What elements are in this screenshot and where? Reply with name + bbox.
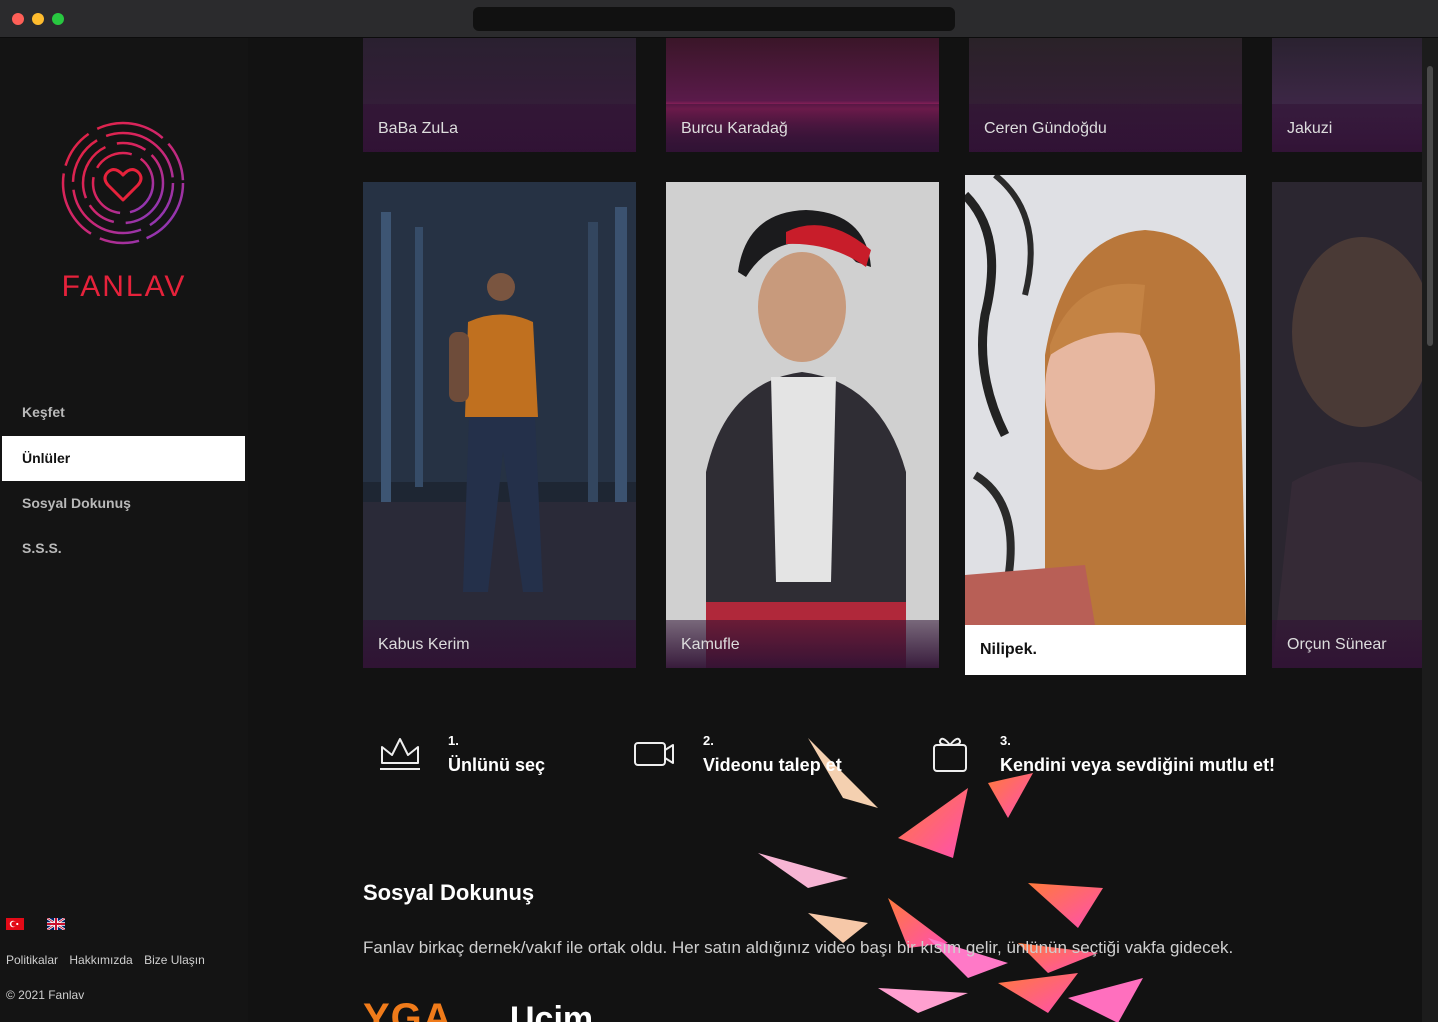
celebrity-card-featured[interactable]: Nilipek.: [965, 175, 1246, 675]
celebrity-card[interactable]: BaBa ZuLa: [363, 38, 636, 152]
step-number: 3.: [1000, 733, 1011, 748]
nav-item-sss[interactable]: S.S.S.: [2, 526, 245, 571]
section-title: Sosyal Dokunuş: [363, 880, 535, 905]
maximize-window-button[interactable]: [52, 13, 64, 25]
crown-icon: [380, 738, 420, 770]
address-bar[interactable]: [473, 7, 955, 31]
partner-logo-ucim[interactable]: Ucim: [510, 1000, 593, 1022]
celebrity-photo: [1272, 182, 1422, 668]
celebrity-card[interactable]: Jakuzi: [1272, 38, 1422, 152]
celebrity-card[interactable]: Kamufle: [666, 182, 939, 668]
footer-link-bize-ulasin[interactable]: Bize Ulaşın: [144, 953, 205, 967]
celebrity-photo: [965, 175, 1246, 675]
copyright: © 2021 Fanlav: [6, 988, 85, 1002]
partner-logo-yga[interactable]: YGA: [363, 996, 453, 1022]
celebrity-name: BaBa ZuLa: [378, 120, 459, 137]
celebrity-name: Kamufle: [681, 636, 740, 653]
minimize-window-button[interactable]: [32, 13, 44, 25]
footer-link-politikalar[interactable]: Politikalar: [6, 953, 58, 967]
nav-item-unluler[interactable]: Ünlüler: [2, 436, 245, 481]
step-number: 1.: [448, 733, 459, 748]
sidebar: FANLAV Keşfet Ünlüler Sosyal Dokunuş S.S…: [0, 38, 248, 1022]
page-scrollbar[interactable]: [1422, 38, 1438, 1022]
fanlav-logo-icon[interactable]: [58, 118, 188, 248]
turkish-flag-icon[interactable]: [6, 918, 24, 930]
step-number: 2.: [703, 733, 714, 748]
section-description: Fanlav birkaç dernek/vakıf ile ortak old…: [363, 938, 1234, 957]
celebrity-name: Jakuzi: [1287, 120, 1333, 137]
celebrity-name: Kabus Kerim: [378, 636, 470, 653]
main-content: 0 BaBa ZuLa Burcu Karadağ Ceren Gündoğdu…: [248, 38, 1422, 1022]
uk-flag-icon[interactable]: [47, 918, 65, 930]
celebrity-name: Burcu Karadağ: [681, 120, 788, 137]
close-window-button[interactable]: [12, 13, 24, 25]
footer-links: Politikalar Hakkımızda Bize Ulaşın: [6, 953, 213, 967]
nav-item-sosyal-dokunus[interactable]: Sosyal Dokunuş: [2, 481, 245, 526]
celebrity-photo: [363, 182, 636, 668]
celebrity-name: Orçun Sünear: [1287, 636, 1387, 653]
celebrity-name: Ceren Gündoğdu: [984, 120, 1107, 137]
brand-name: FANLAV: [61, 270, 187, 303]
footer-link-hakkimizda[interactable]: Hakkımızda: [69, 953, 132, 967]
nav-item-kesfet[interactable]: Keşfet: [2, 390, 245, 435]
celebrity-card[interactable]: Ceren Gündoğdu: [969, 38, 1242, 152]
step-label: Kendini veya sevdiğini mutlu et!: [1000, 755, 1276, 775]
celebrity-name: Nilipek.: [980, 641, 1037, 658]
celebrity-card[interactable]: Orçun Sünear: [1272, 182, 1422, 668]
step-label: Videonu talep et: [703, 755, 842, 775]
browser-titlebar: [0, 0, 1438, 38]
celebrity-photo: [666, 182, 939, 668]
gift-icon: [933, 737, 967, 772]
celebrity-card[interactable]: Kabus Kerim: [363, 182, 636, 668]
video-camera-icon: [634, 742, 674, 766]
scrollbar-thumb[interactable]: [1427, 66, 1433, 346]
step-label: Ünlünü seç: [448, 755, 546, 775]
celebrity-card[interactable]: Burcu Karadağ: [666, 38, 939, 152]
